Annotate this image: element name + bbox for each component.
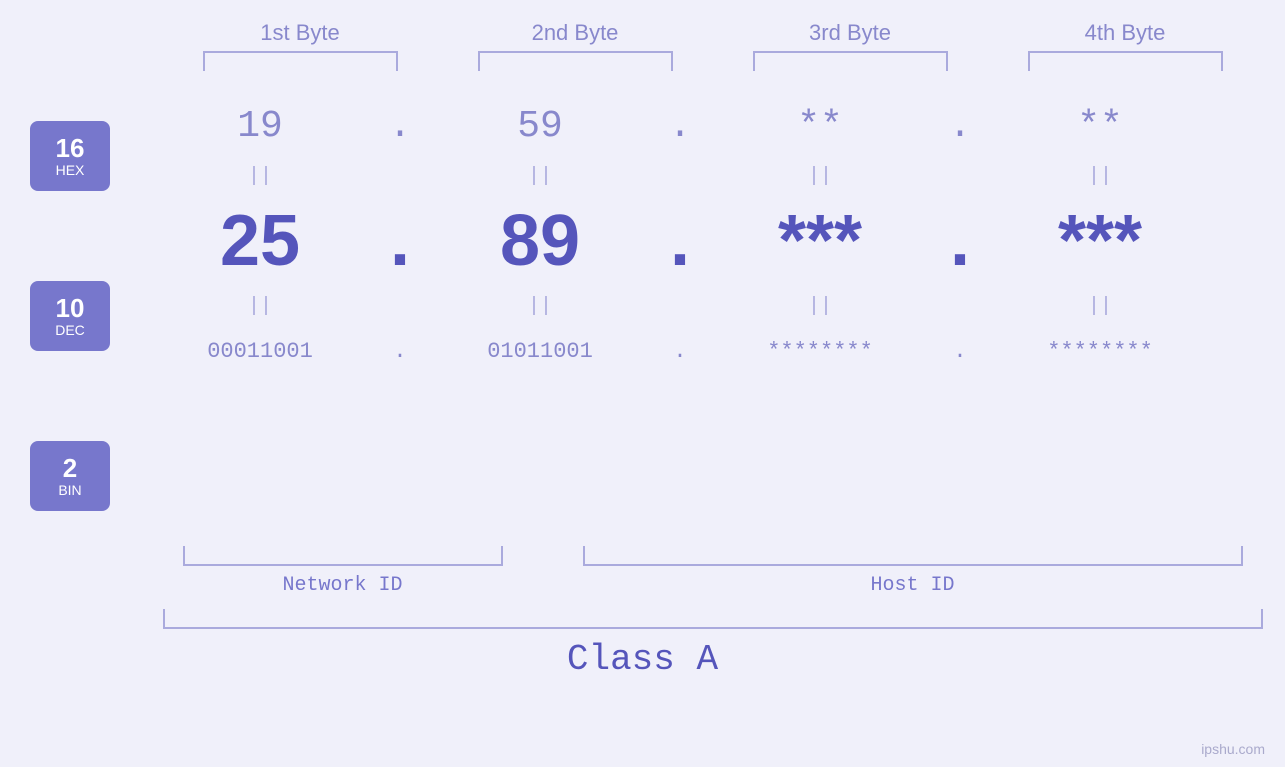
bin-badge-number: 2 (63, 454, 77, 483)
hex-badge-number: 16 (56, 134, 85, 163)
dec-dot-3: . (930, 200, 990, 282)
bin-dot-2: . (650, 339, 710, 364)
dec-dot-1: . (370, 200, 430, 282)
eq-3: || (710, 165, 930, 188)
top-brackets (163, 51, 1263, 81)
ip-display-grid: 19 . 59 . ** . ** (150, 91, 1285, 381)
byte-headers-row: 1st Byte 2nd Byte 3rd Byte 4th Byte (163, 20, 1263, 46)
watermark: ipshu.com (1201, 741, 1265, 757)
bin-byte-4: ******** (990, 339, 1210, 364)
hex-byte-2: 59 (430, 105, 650, 148)
hex-byte-1: 19 (150, 105, 370, 148)
bracket-top-1 (203, 51, 398, 71)
hex-dot-1: . (370, 105, 430, 148)
bracket-top-2 (478, 51, 673, 71)
eq-7: || (710, 295, 930, 318)
dec-badge-label: DEC (55, 322, 85, 338)
equals-row-2: || || || || (150, 291, 1285, 321)
equals-row-1: || || || || (150, 161, 1285, 191)
hex-dot-2: . (650, 105, 710, 148)
bin-row: 00011001 . 01011001 . ******** . (150, 321, 1285, 381)
bottom-brackets (163, 546, 1263, 566)
dec-byte-3: *** (710, 200, 930, 282)
byte-header-2: 2nd Byte (475, 20, 675, 46)
host-id-label: Host ID (583, 574, 1243, 597)
eq-2: || (430, 165, 650, 188)
eq-5: || (150, 295, 370, 318)
bin-badge: 2 BIN (30, 441, 110, 511)
byte-header-4: 4th Byte (1025, 20, 1225, 46)
network-bracket (183, 546, 503, 566)
bin-byte-3: ******** (710, 339, 930, 364)
dec-row: 25 . 89 . *** . *** (150, 191, 1285, 291)
bin-dot-1: . (370, 339, 430, 364)
hex-badge-label: HEX (56, 162, 85, 178)
hex-byte-4: ** (990, 105, 1210, 148)
byte-header-3: 3rd Byte (750, 20, 950, 46)
eq-1: || (150, 165, 370, 188)
badges-column: 16 HEX 10 DEC 2 BIN (30, 91, 110, 541)
hex-row: 19 . 59 . ** . ** (150, 91, 1285, 161)
hex-byte-3: ** (710, 105, 930, 148)
bin-byte-2: 01011001 (430, 339, 650, 364)
spacer-mid (503, 546, 583, 566)
bracket-top-3 (753, 51, 948, 71)
byte-header-1: 1st Byte (200, 20, 400, 46)
hex-badge: 16 HEX (30, 121, 110, 191)
hex-dot-3: . (930, 105, 990, 148)
dec-byte-4: *** (990, 200, 1210, 282)
bin-dot-3: . (930, 339, 990, 364)
network-id-label: Network ID (183, 574, 503, 597)
outer-bracket (163, 609, 1263, 629)
host-bracket (583, 546, 1243, 566)
dec-byte-1: 25 (150, 200, 370, 282)
spacer-left (163, 546, 183, 566)
content-area: 16 HEX 10 DEC 2 BIN 19 . (0, 91, 1285, 541)
dec-badge: 10 DEC (30, 281, 110, 351)
dec-badge-number: 10 (56, 294, 85, 323)
eq-4: || (990, 165, 1210, 188)
bin-byte-1: 00011001 (150, 339, 370, 364)
bin-badge-label: BIN (58, 482, 81, 498)
eq-6: || (430, 295, 650, 318)
main-container: 1st Byte 2nd Byte 3rd Byte 4th Byte 16 H… (0, 0, 1285, 767)
bottom-section: Network ID Host ID (163, 546, 1263, 597)
bracket-top-4 (1028, 51, 1223, 71)
class-label: Class A (567, 639, 718, 680)
dec-byte-2: 89 (430, 200, 650, 282)
id-labels: Network ID Host ID (163, 574, 1263, 597)
eq-8: || (990, 295, 1210, 318)
dec-dot-2: . (650, 200, 710, 282)
